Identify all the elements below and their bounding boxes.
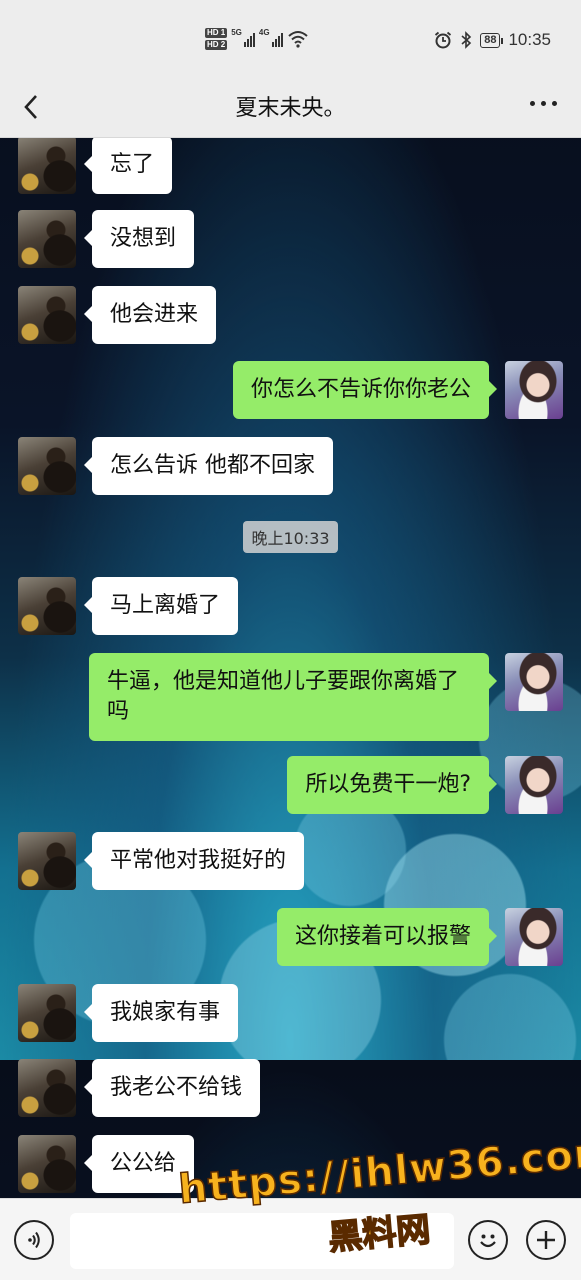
chat-title: 夏末未央。 (235, 96, 346, 121)
contact-avatar[interactable] (18, 984, 76, 1042)
message-bubble[interactable]: 牛逼，他是知道他儿子要跟你离婚了吗 (89, 653, 497, 741)
message-bubble[interactable]: 马上离婚了 (83, 577, 239, 635)
message-received: 我娘家有事 (18, 984, 239, 1042)
message-bubble[interactable]: 我老公不给钱 (83, 1059, 261, 1117)
message-sent: 所以免费干一炮? (287, 756, 563, 814)
more-dots-icon (530, 101, 535, 106)
my-avatar[interactable] (505, 361, 563, 419)
message-bubble[interactable]: 怎么告诉 他都不回家 (84, 437, 333, 495)
message-sent: 这你接着可以报警 (276, 908, 563, 966)
hd1-badge: HD 1 (205, 28, 228, 38)
contact-avatar[interactable] (18, 1059, 76, 1117)
network-indicators: HD 1 HD 2 5G 4G (205, 28, 309, 50)
message-received: 他会进来 (18, 286, 217, 344)
message-received: 公公给 (18, 1135, 195, 1193)
network-4g-label: 4G (258, 28, 270, 37)
status-right: 88 10:35 (434, 30, 551, 50)
message-bubble[interactable]: 没想到 (83, 210, 195, 268)
message-bubble[interactable]: 你怎么不告诉你你老公 (232, 361, 498, 419)
plus-icon (537, 1231, 555, 1249)
signal-icon (243, 31, 255, 47)
contact-avatar[interactable] (18, 138, 76, 194)
contact-avatar[interactable] (18, 577, 76, 635)
emoji-button[interactable] (468, 1220, 508, 1260)
contact-avatar[interactable] (18, 286, 76, 344)
timestamp-label: 晚上10:33 (243, 521, 338, 553)
wifi-icon (287, 31, 308, 48)
message-sent: 你怎么不告诉你你老公 (232, 361, 563, 419)
message-bubble[interactable]: 我娘家有事 (83, 984, 239, 1042)
message-received: 平常他对我挺好的 (18, 832, 305, 890)
voice-button[interactable] (14, 1220, 54, 1260)
more-functions-button[interactable] (526, 1220, 566, 1260)
contact-avatar[interactable] (18, 832, 76, 890)
chat-message-list[interactable]: 忘了 没想到 他会进来 你怎么不告诉你你老公 怎么告诉 他都不回家 晚上10:3… (0, 138, 581, 1198)
message-received: 我老公不给钱 (18, 1059, 261, 1117)
message-bubble[interactable]: 公公给 (83, 1135, 195, 1193)
my-avatar[interactable] (505, 653, 563, 711)
message-sent: 牛逼，他是知道他儿子要跟你离婚了吗 (89, 653, 563, 741)
message-bubble[interactable]: 平常他对我挺好的 (83, 832, 305, 890)
contact-avatar[interactable] (18, 210, 76, 268)
emoji-icon (480, 1234, 496, 1248)
contact-avatar[interactable] (18, 1135, 76, 1193)
my-avatar[interactable] (505, 756, 563, 814)
message-received: 忘了 (18, 138, 173, 194)
message-bubble[interactable]: 这你接着可以报警 (276, 908, 498, 966)
timestamp-divider: 晚上10:33 (0, 521, 581, 553)
battery-icon: 88 (480, 32, 504, 48)
my-avatar[interactable] (505, 908, 563, 966)
message-bubble[interactable]: 忘了 (83, 138, 173, 194)
message-received: 怎么告诉 他都不回家 (18, 437, 333, 495)
contact-avatar[interactable] (18, 437, 76, 495)
status-bar: HD 1 HD 2 5G 4G 88 10:35 (0, 0, 581, 76)
chat-header: 夏末未央。 (0, 76, 581, 138)
network-5g-label: 5G (231, 28, 242, 37)
hd2-badge: HD 2 (205, 40, 228, 50)
message-input[interactable] (70, 1213, 454, 1269)
bluetooth-icon (461, 31, 472, 49)
signal-icon (271, 31, 283, 47)
message-received: 没想到 (18, 210, 195, 268)
message-received: 马上离婚了 (18, 577, 239, 635)
more-options-button[interactable] (530, 101, 557, 106)
alarm-icon (435, 31, 452, 49)
clock-time: 10:35 (508, 30, 551, 49)
input-bar (0, 1198, 581, 1280)
message-bubble[interactable]: 他会进来 (83, 286, 217, 344)
voice-icon (28, 1231, 40, 1249)
message-bubble[interactable]: 所以免费干一炮? (287, 756, 497, 814)
